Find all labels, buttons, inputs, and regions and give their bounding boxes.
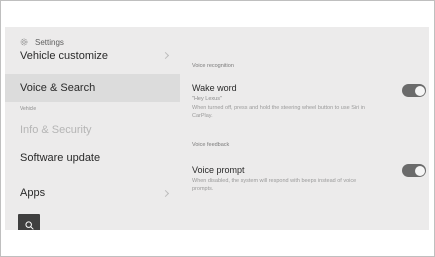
wake-word-subtitle: "Hey Lexus" xyxy=(192,96,222,102)
sidebar-item-software-update[interactable]: Software update xyxy=(5,144,180,172)
toggle-knob xyxy=(414,165,425,176)
sidebar-item-vehicle-customize[interactable]: Vehicle customize xyxy=(5,49,180,62)
wake-word-toggle[interactable] xyxy=(402,84,426,97)
sidebar-item-label: Apps xyxy=(20,187,46,199)
infotainment-screen: Settings Vehicle customize Voice & Searc… xyxy=(5,27,429,230)
sidebar-item-apps[interactable]: Apps xyxy=(5,179,180,207)
toggle-knob xyxy=(414,85,425,96)
sidebar-item-label: Voice & Search xyxy=(20,82,96,94)
sidebar-item-label: Info & Security xyxy=(20,124,92,136)
sidebar-caption: Vehicle xyxy=(20,106,37,112)
search-icon xyxy=(24,220,34,230)
wake-word-description: When turned off, press and hold the stee… xyxy=(192,105,365,119)
voice-prompt-title: Voice prompt xyxy=(192,165,245,175)
chevron-right-icon xyxy=(161,189,170,197)
search-button[interactable] xyxy=(18,214,40,230)
chevron-right-icon xyxy=(161,51,170,60)
sidebar: Vehicle customize Voice & Search Vehicle… xyxy=(5,49,180,230)
sidebar-item-info-security: Info & Security xyxy=(5,116,180,144)
header: Settings xyxy=(19,35,64,49)
page-title: Settings xyxy=(35,37,64,47)
gear-icon xyxy=(20,38,28,46)
voice-prompt-toggle[interactable] xyxy=(402,164,426,177)
settings-content: Voice recognition Wake word "Hey Lexus" … xyxy=(183,49,429,230)
sidebar-item-voice-search[interactable]: Voice & Search xyxy=(5,74,180,102)
sidebar-item-label: Vehicle customize xyxy=(20,49,109,62)
section-label-voice-feedback: Voice feedback xyxy=(192,142,230,148)
wake-word-title: Wake word xyxy=(192,83,237,93)
sidebar-item-label: Software update xyxy=(20,152,101,164)
section-label-voice-recognition: Voice recognition xyxy=(192,63,234,69)
voice-prompt-description: When disabled, the system will respond w… xyxy=(192,178,357,192)
